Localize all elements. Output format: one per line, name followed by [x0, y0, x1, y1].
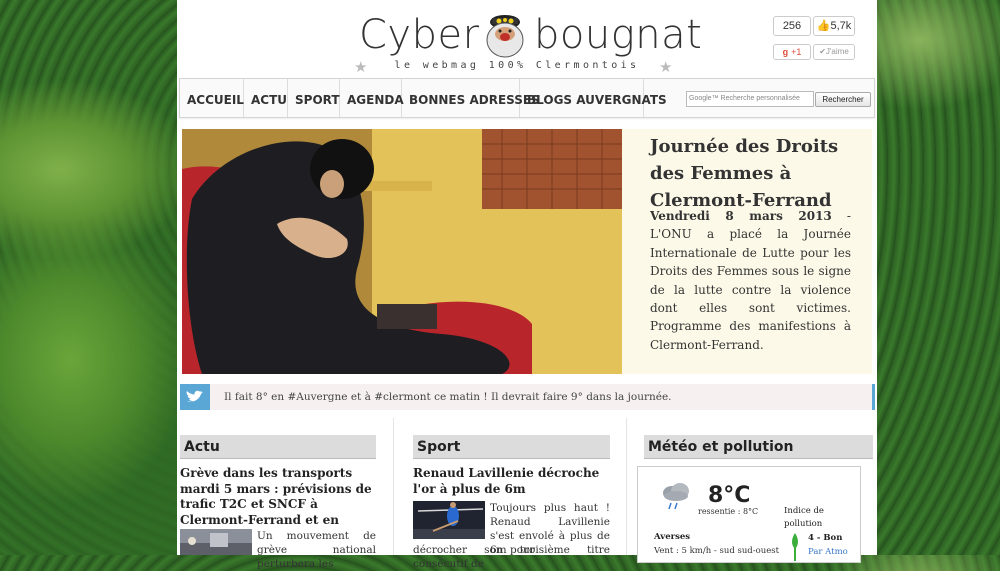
sport-article-title[interactable]: Renaud Lavillenie décroche l'or à plus d… [413, 466, 610, 497]
pollution-gauge-icon [792, 533, 798, 561]
actu-column: Actu Grève dans les transports mardi 5 m… [180, 435, 376, 570]
google-plus-icon: g [782, 47, 789, 57]
meteo-heading[interactable]: Météo et pollution [644, 435, 873, 459]
pollution-label: Indice de pollution [784, 506, 824, 529]
sport-heading[interactable]: Sport [413, 435, 610, 459]
column-divider [626, 418, 627, 555]
actu-heading[interactable]: Actu [180, 435, 376, 459]
hero-date: Vendredi 8 mars 2013 [650, 209, 832, 223]
gplus-label: +1 [791, 47, 802, 57]
twitter-bird-icon [180, 384, 210, 410]
hero-title[interactable]: Journée des Droits des Femmes à Clermont… [650, 133, 870, 214]
site-tagline: le webmag 100% Clermontois [394, 60, 640, 71]
logo-word-bougnat: bougnat [534, 12, 703, 58]
twitter-bird-svg [186, 390, 203, 402]
actu-thumbnail[interactable] [180, 529, 252, 555]
page-container: Cyber bougnat ★ le webmag 100% Clermonto… [177, 0, 877, 570]
actu-article-excerpt: Un mouvement de grève national perturber… [257, 530, 376, 570]
nav-item-blogs-auvergnats[interactable]: BLOGS AUVERGNATS [520, 79, 667, 117]
thumbs-up-icon: 👍 [816, 20, 831, 32]
like-count: 5,7k [830, 20, 852, 32]
hero-summary: Vendredi 8 mars 2013 - L'ONU a placé la … [650, 207, 851, 354]
column-divider [393, 418, 394, 555]
share-count: 256 [773, 16, 811, 36]
logo-word-cyber: Cyber [359, 12, 480, 58]
bougnat-mascot-icon [486, 15, 524, 58]
pollution-source-link[interactable]: Par Atmo [808, 547, 848, 557]
star-icon: ★ [659, 58, 673, 76]
meteo-widget[interactable]: 8°C ressentie : 8°C Averses Vent : 5 km/… [637, 466, 861, 563]
tweet-text: Il fait 8° en #Auvergne et à #clermont c… [224, 391, 672, 403]
site-logo[interactable]: Cyber bougnat ★ le webmag 100% Clermonto… [354, 8, 702, 76]
check-icon: ✔ [819, 47, 826, 56]
meteo-condition: Averses [654, 532, 691, 542]
jaime-button[interactable]: ✔J'aime [813, 44, 855, 60]
rain-cloud-icon [663, 483, 689, 510]
google-plus-button[interactable]: g +1 [773, 44, 811, 60]
sport-article-excerpt-cont: décrocher son troisième titre consécutif… [413, 544, 610, 570]
nav-item-accueil[interactable]: ACCUEIL [180, 79, 244, 117]
nav-item-sport[interactable]: SPORT [288, 79, 340, 117]
sport-thumbnail[interactable] [413, 501, 485, 539]
search-input[interactable]: Google™ Recherche personnalisée [686, 91, 814, 107]
jaime-label: J'aime [825, 47, 849, 56]
nav-item-actu[interactable]: ACTU [244, 79, 288, 117]
facebook-like-button[interactable]: 👍5,7k [813, 16, 855, 36]
featured-photo[interactable] [182, 129, 622, 374]
nav-item-agenda[interactable]: AGENDA [340, 79, 404, 117]
nav-item-bonnes-adresses[interactable]: BONNES ADRESSES [402, 79, 540, 117]
twitter-bar[interactable]: Il fait 8° en #Auvergne et à #clermont c… [180, 384, 875, 410]
main-nav: ACCUEIL ACTU SPORT AGENDA BONNES ADRESSE… [179, 78, 875, 118]
search-button[interactable]: Rechercher [815, 92, 871, 107]
meteo-temperature: 8°C [708, 483, 751, 508]
sport-column: Sport Renaud Lavillenie décroche l'or à … [413, 435, 610, 570]
pollution-value: 4 - Bon [808, 533, 843, 543]
meteo-felt: ressentie : 8°C [698, 507, 759, 516]
hero-text: - L'ONU a placé la Journée International… [650, 209, 851, 352]
featured-article[interactable]: Journée des Droits des Femmes à Clermont… [182, 129, 872, 374]
